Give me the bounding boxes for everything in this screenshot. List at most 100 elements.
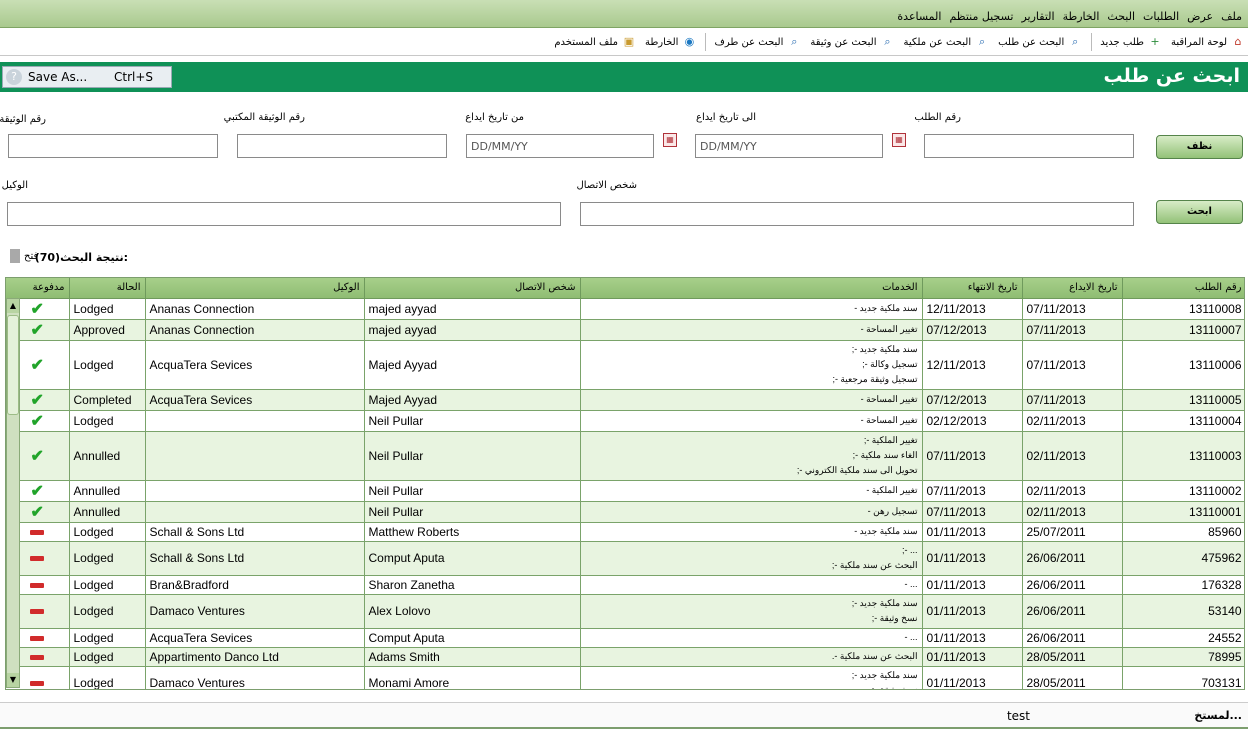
cell-services: ... -	[580, 575, 923, 595]
to-date-input[interactable]	[695, 134, 883, 158]
cell-contact: Sharon Zanetha	[364, 575, 581, 595]
request-number-input[interactable]	[924, 134, 1134, 158]
cell-request: 24552	[1122, 628, 1244, 648]
toolbar-label: طلب جديد	[1100, 36, 1144, 48]
menu-item-7[interactable]: المساعدة	[897, 10, 941, 23]
menu-item-3[interactable]: البحث	[1107, 10, 1135, 23]
cell-expiry: 07/11/2013	[922, 501, 1023, 523]
office-document-input[interactable]	[237, 134, 447, 158]
col-request[interactable]: رقم الطلب	[1122, 278, 1244, 299]
unpaid-dash-icon	[30, 582, 45, 588]
paid-check-icon: ✔	[30, 391, 44, 409]
cell-expiry: 07/11/2013	[922, 431, 1023, 481]
table-row[interactable]: ✔ Lodged Ananas Connection majed ayyad سند م…	[6, 298, 1244, 320]
agent-input[interactable]	[7, 202, 561, 226]
table-row[interactable]: ✔ Lodged AcquaTera Sevices Majed Ayyad سند م…	[6, 340, 1244, 390]
table-row[interactable]: ✔ Lodged Neil Pullar تغيير المساحة - 02/12/2…	[6, 410, 1244, 432]
toolbar-button-7[interactable]: ▣ ملف المستخدم	[554, 34, 637, 50]
cell-status: Lodged	[69, 298, 146, 320]
menu-item-2[interactable]: الطلبات	[1143, 10, 1179, 23]
status-bar: لمستخ... test	[0, 702, 1248, 729]
cell-agent	[145, 431, 365, 481]
col-services[interactable]: الخدمات	[580, 278, 923, 299]
col-expiry[interactable]: تاريخ الانتهاء	[922, 278, 1023, 299]
cell-services: تغيير المساحة -	[580, 319, 923, 341]
table-row[interactable]: ✔ Approved Ananas Connection majed ayyad تغي…	[6, 319, 1244, 341]
toolbar-button-4[interactable]: ⌕ البحث عن وثيقة	[810, 34, 895, 50]
to-date-calendar-icon[interactable]: ▦	[892, 133, 906, 147]
cell-request: 13110005	[1122, 389, 1244, 411]
to-date-label: الى تاريخ ايداع	[696, 112, 756, 123]
menu-item-0[interactable]: ملف	[1221, 10, 1242, 23]
menu-item-6[interactable]: تسجيل منتظم	[949, 10, 1013, 23]
cell-services: سند ملكية جديد -	[580, 298, 923, 320]
document-number-input[interactable]	[8, 134, 218, 158]
from-date-calendar-icon[interactable]: ▦	[663, 133, 677, 147]
cell-expiry: 07/12/2013	[922, 319, 1023, 341]
col-contact[interactable]: شخص الاتصال	[364, 278, 581, 299]
menu-item-5[interactable]: التقارير	[1021, 10, 1054, 23]
cell-status: Annulled	[69, 501, 146, 523]
toolbar-button-3[interactable]: ⌕ البحث عن ملكية	[903, 34, 990, 50]
cell-agent: Ananas Connection	[145, 298, 365, 320]
toolbar-button-0[interactable]: ⌂ لوحة المراقبة	[1171, 34, 1246, 50]
menu-item-4[interactable]: الخارطة	[1063, 10, 1100, 23]
globe-icon: ◉	[684, 35, 695, 48]
toolbar-label: البحث عن ملكية	[903, 36, 972, 48]
toolbar-button-1[interactable]: + طلب جديد	[1100, 34, 1163, 50]
cell-expiry: 01/11/2013	[922, 647, 1023, 667]
table-row[interactable]: Lodged Damaco Ventures Monami Amore سند ملك…	[6, 666, 1244, 689]
save-as-tooltip[interactable]: ? Save As... Ctrl+S	[2, 66, 172, 88]
scroll-up-icon[interactable]: ▲	[7, 299, 19, 313]
unpaid-dash-icon	[30, 681, 45, 687]
table-row[interactable]: Lodged AcquaTera Sevices Comput Aputa ... -…	[6, 628, 1244, 648]
clear-button[interactable]: نظف	[1156, 135, 1243, 159]
from-date-input[interactable]	[466, 134, 654, 158]
save-as-label: Save As...	[28, 70, 88, 84]
paid-check-icon: ✔	[30, 412, 44, 430]
results-grid: مدفوعة الحالة الوكيل شخص الاتصال الخدمات…	[5, 277, 1245, 690]
table-row[interactable]: ✔ Annulled Neil Pullar تغيير الملكية - 07/11…	[6, 480, 1244, 502]
contact-person-input[interactable]	[580, 202, 1134, 226]
table-row[interactable]: ✔ Annulled Neil Pullar تسجيل رهن - 07/11/201…	[6, 501, 1244, 523]
toolbar-separator	[1091, 33, 1093, 51]
toolbar-button-5[interactable]: ⌕ البحث عن طرف	[714, 34, 802, 50]
search-button[interactable]: ابحث	[1156, 200, 1243, 224]
cell-expiry: 01/11/2013	[922, 666, 1023, 689]
search-icon: ⌕	[1072, 35, 1079, 48]
cell-contact: majed ayyad	[364, 319, 581, 341]
cell-status: Lodged	[69, 410, 146, 432]
cell-expiry: 12/11/2013	[922, 340, 1023, 390]
grid-scrollbar[interactable]: ▲ ▼	[6, 298, 20, 688]
cell-deposit: 26/06/2011	[1022, 541, 1123, 576]
open-button[interactable]: فتح	[10, 249, 38, 263]
table-row[interactable]: ✔ Completed AcquaTera Sevices Majed Ayyad تغ…	[6, 389, 1244, 411]
cell-deposit: 07/11/2013	[1022, 340, 1123, 390]
table-row[interactable]: Lodged Appartimento Danco Ltd Adams Smith ا…	[6, 647, 1244, 667]
cell-contact: Neil Pullar	[364, 410, 581, 432]
table-row[interactable]: Lodged Bran&Bradford Sharon Zanetha ... - 01…	[6, 575, 1244, 595]
service-line: تحويل الى سند ملكية الكتروني -;	[796, 465, 918, 475]
toolbar-button-6[interactable]: ◉ الخارطة	[645, 34, 697, 50]
results-count-value: (70)	[34, 251, 61, 264]
col-status[interactable]: الحالة	[69, 278, 146, 299]
col-agent[interactable]: الوكيل	[145, 278, 365, 299]
cell-status: Lodged	[69, 541, 146, 576]
table-row[interactable]: Lodged Schall & Sons Ltd Comput Aputa... -…	[6, 541, 1244, 576]
table-row[interactable]: Lodged Schall & Sons Ltd Matthew Roberts سن…	[6, 522, 1244, 542]
col-paid[interactable]: مدفوعة	[6, 278, 70, 299]
table-header-row: مدفوعة الحالة الوكيل شخص الاتصال الخدمات…	[6, 278, 1244, 299]
cell-deposit: 07/11/2013	[1022, 389, 1123, 411]
cell-expiry: 02/12/2013	[922, 410, 1023, 432]
menu-item-1[interactable]: عرض	[1187, 10, 1213, 23]
table-row[interactable]: Lodged Damaco Ventures Alex Lolovo سند ملكي…	[6, 594, 1244, 629]
scroll-down-icon[interactable]: ▼	[7, 673, 19, 687]
scroll-thumb[interactable]	[7, 315, 19, 415]
cell-status: Lodged	[69, 628, 146, 648]
cell-services: البحث عن سند ملكية -.	[580, 647, 923, 667]
table-row[interactable]: ✔ Annulled Neil Pullar تغيير الملكية -; الغا…	[6, 431, 1244, 481]
service-line: تسجيل وكالة -;	[862, 359, 918, 369]
toolbar-button-2[interactable]: ⌕ البحث عن طلب	[998, 34, 1083, 50]
col-deposit[interactable]: تاريخ الايداع	[1022, 278, 1123, 299]
cell-services: ... -	[580, 628, 923, 648]
